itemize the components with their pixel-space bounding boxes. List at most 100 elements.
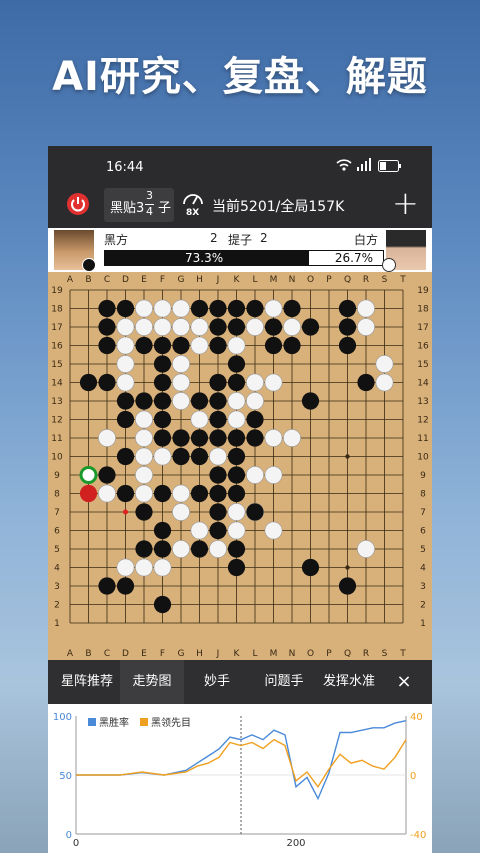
black-stone[interactable] [172,336,190,355]
white-stone[interactable] [135,410,153,429]
white-stone[interactable] [227,336,246,355]
black-stone[interactable] [209,503,227,521]
black-stone[interactable] [98,318,116,336]
black-stone[interactable] [227,355,246,373]
black-stone[interactable] [153,336,172,355]
black-stone[interactable] [246,503,264,521]
go-board[interactable]: A A B B C C D D E E F F G G H H J J K K L L M M N N O O P P Q Q R R S S T T 19… [48,272,432,660]
black-stone[interactable] [116,299,135,318]
black-stone[interactable] [153,355,172,373]
white-stone[interactable] [246,373,264,392]
white-stone[interactable] [283,429,301,447]
black-stone[interactable] [135,503,153,521]
black-stone[interactable] [283,299,301,318]
white-stone[interactable] [246,466,264,484]
white-stone[interactable] [172,318,190,336]
black-stone[interactable] [190,484,209,503]
black-stone[interactable] [338,336,357,355]
tab-recommend[interactable]: 星阵推荐 [54,660,120,704]
black-stone[interactable] [135,392,153,410]
tab-performance[interactable]: 发挥水准 [316,660,382,704]
white-stone[interactable] [264,466,283,484]
black-stone[interactable] [153,392,172,410]
power-icon[interactable] [66,192,90,220]
black-stone[interactable] [301,392,320,410]
board-grid[interactable]: AABBCCDDEEFFGGHHJJKKLLMMNNOOPPQQRRSSTT19… [48,272,432,660]
white-stone[interactable] [153,299,172,318]
black-stone[interactable] [209,318,227,336]
black-stone[interactable] [135,336,153,355]
white-stone[interactable] [357,299,375,318]
black-stone[interactable] [98,336,116,355]
white-stone[interactable] [283,318,301,336]
white-stone[interactable] [209,447,227,466]
black-stone[interactable] [98,299,116,318]
white-stone[interactable] [227,410,246,429]
black-stone[interactable] [227,484,246,503]
black-stone[interactable] [190,540,209,558]
white-stone[interactable] [209,540,227,558]
white-stone[interactable] [264,429,283,447]
black-stone[interactable] [153,429,172,447]
white-stone[interactable] [190,410,209,429]
black-stone[interactable] [209,484,227,503]
black-stone[interactable] [209,392,227,410]
white-stone[interactable] [246,392,264,410]
white-stone[interactable] [116,558,135,577]
speedometer-icon[interactable] [182,190,204,210]
black-stone[interactable] [98,466,116,484]
white-stone[interactable] [135,318,153,336]
black-stone[interactable] [264,336,283,355]
white-stone[interactable] [227,503,246,521]
black-stone[interactable] [264,318,283,336]
white-stone[interactable] [135,466,153,484]
black-stone[interactable] [190,392,209,410]
black-stone[interactable] [190,447,209,466]
white-stone[interactable] [246,318,264,336]
black-stone[interactable] [227,373,246,392]
black-stone[interactable] [116,410,135,429]
black-stone[interactable] [98,373,116,392]
white-stone[interactable] [357,318,375,336]
komi-button[interactable]: 黑贴3 3 4 子 [104,188,174,222]
black-stone[interactable] [172,429,190,447]
black-stone[interactable] [190,299,209,318]
black-stone[interactable] [209,410,227,429]
black-stone[interactable] [301,558,320,577]
black-stone[interactable] [338,299,357,318]
white-stone[interactable] [98,484,116,503]
black-stone[interactable] [153,410,172,429]
white-stone[interactable] [116,318,135,336]
white-stone[interactable] [135,447,153,466]
black-stone[interactable] [227,429,246,447]
white-stone[interactable] [190,336,209,355]
black-stone[interactable] [153,540,172,558]
white-stone[interactable] [172,373,190,392]
white-stone[interactable] [172,484,190,503]
black-stone[interactable] [98,577,116,595]
white-stone[interactable] [135,429,153,447]
black-stone[interactable] [116,392,135,410]
white-stone[interactable] [264,373,283,392]
white-stone[interactable] [357,540,375,558]
white-stone[interactable] [172,299,190,318]
black-stone[interactable] [227,558,246,577]
black-stone[interactable] [153,484,172,503]
close-icon[interactable]: × [392,660,416,704]
white-stone[interactable] [227,392,246,410]
white-stone[interactable] [375,355,394,373]
black-stone[interactable] [209,466,227,484]
black-stone[interactable] [357,373,375,392]
tab-trend[interactable]: 走势图 [120,660,184,704]
white-stone[interactable] [98,429,116,447]
white-stone[interactable] [190,521,209,540]
black-stone[interactable] [153,595,172,614]
white-stone[interactable] [264,521,283,540]
black-stone[interactable] [153,521,172,540]
white-stone[interactable] [116,373,135,392]
black-stone[interactable] [227,466,246,484]
white-stone[interactable] [153,447,172,466]
tab-good-moves[interactable]: 妙手 [188,660,246,704]
trend-chart[interactable]: 100 50 0 40 0 -40 0 200 黑胜率 黑领先目 [48,704,432,853]
black-stone[interactable] [79,373,98,392]
